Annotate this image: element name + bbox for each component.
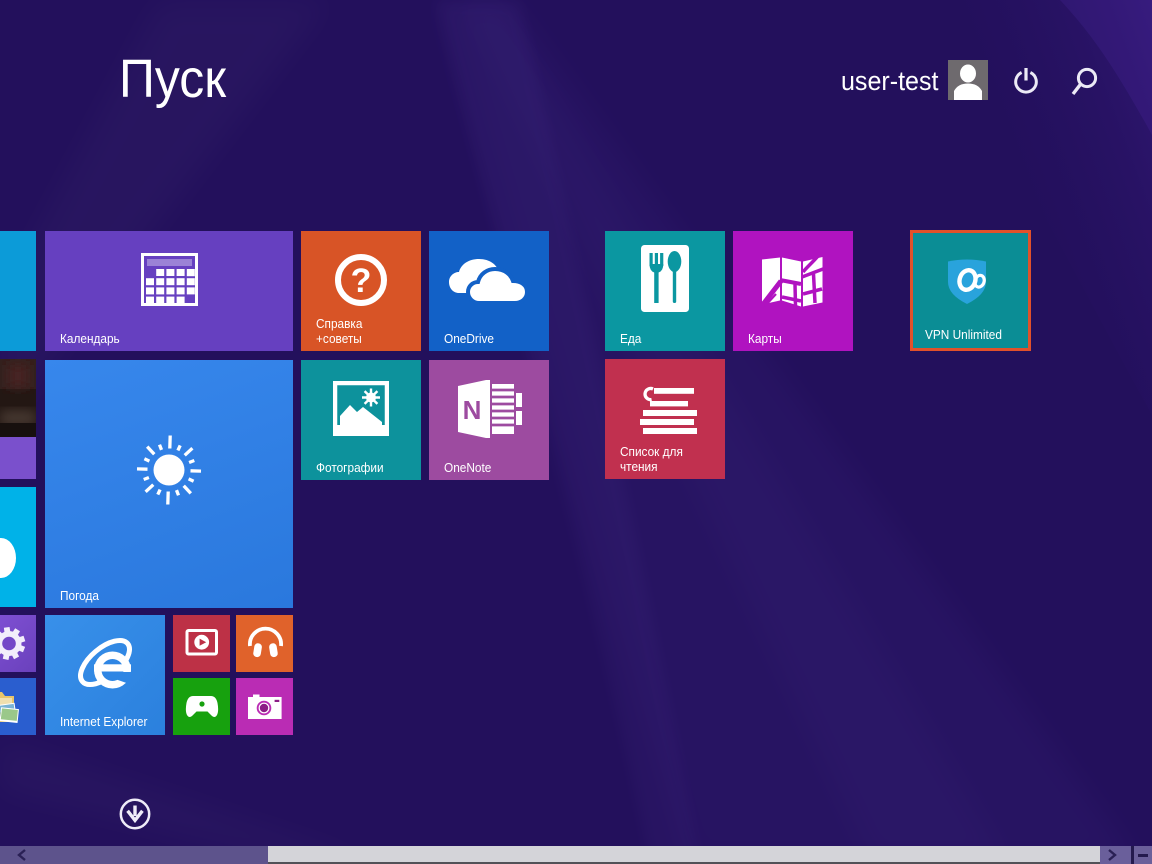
svg-text:N: N (463, 395, 482, 425)
svg-text:?: ? (351, 262, 372, 300)
